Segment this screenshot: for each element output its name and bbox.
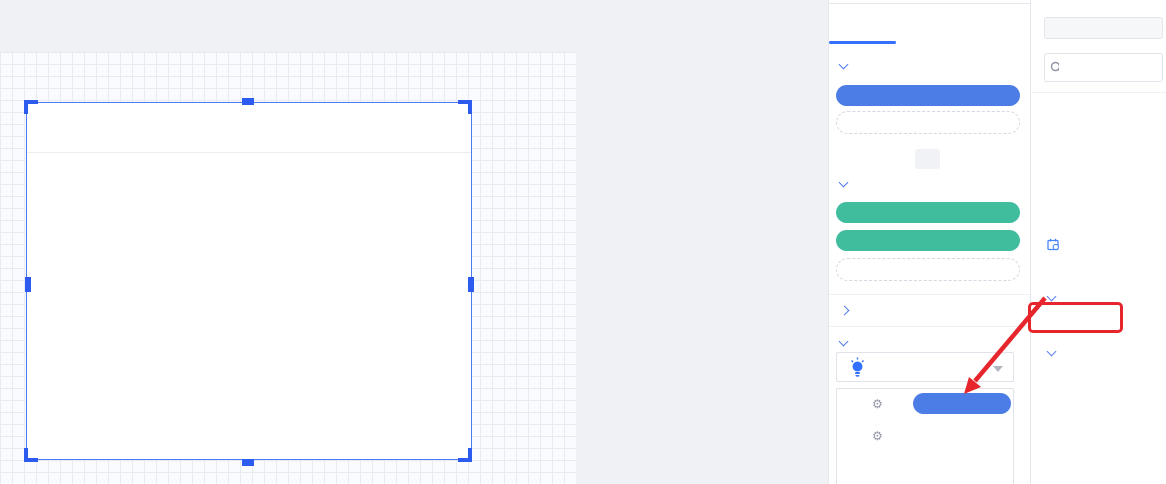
- selection-handle[interactable]: [24, 448, 28, 462]
- y-axis-drop-zone[interactable]: [836, 258, 1020, 281]
- swap-axes-button[interactable]: [915, 149, 940, 169]
- chart-type-dropdown[interactable]: [836, 352, 1014, 382]
- data-model-button[interactable]: [1044, 17, 1163, 39]
- field-item[interactable]: [1041, 425, 1058, 443]
- field-item[interactable]: [1047, 177, 1064, 195]
- field-item[interactable]: [1047, 207, 1064, 225]
- inspector-panel: ⚙ ⚙: [828, 0, 1030, 484]
- fields-panel: [1030, 0, 1166, 484]
- caret-down-icon: [993, 366, 1003, 372]
- selection-handle[interactable]: [468, 448, 472, 462]
- search-input[interactable]: [1063, 60, 1157, 76]
- section-divider: [829, 326, 1031, 327]
- selection-handle[interactable]: [25, 277, 31, 292]
- color-field-pill[interactable]: [913, 393, 1011, 414]
- field-search[interactable]: [1044, 53, 1163, 82]
- chevron-down-icon[interactable]: [839, 178, 849, 188]
- chevron-down-icon[interactable]: [839, 60, 849, 70]
- x-axis-field-pill[interactable]: [836, 85, 1020, 106]
- section-divider: [829, 294, 1031, 295]
- selection-handle[interactable]: [468, 277, 474, 292]
- chevron-down-icon: [1047, 291, 1057, 301]
- field-item[interactable]: [1047, 263, 1064, 281]
- field-item[interactable]: [1047, 147, 1064, 165]
- field-item[interactable]: [1047, 235, 1064, 253]
- lightbulb-icon: [850, 357, 865, 379]
- field-item[interactable]: [1053, 370, 1070, 388]
- section-divider: [1031, 92, 1166, 93]
- field-item[interactable]: [1041, 453, 1058, 471]
- field-item-clipped[interactable]: [1031, 124, 1166, 132]
- selection-handle[interactable]: [242, 459, 254, 466]
- title-divider: [27, 152, 471, 153]
- app-window: ⚙ ⚙: [0, 0, 1166, 484]
- chevron-down-icon: [1047, 346, 1057, 356]
- search-icon: [1050, 61, 1059, 74]
- chevron-right-icon[interactable]: [840, 306, 850, 316]
- selection-handle[interactable]: [24, 100, 28, 114]
- field-item[interactable]: [1053, 397, 1070, 415]
- selection-handle[interactable]: [242, 98, 254, 105]
- x-axis-drop-zone[interactable]: [836, 111, 1020, 134]
- chart-legend: [44, 163, 74, 179]
- active-tab-underline: [829, 41, 896, 44]
- annotation-highlight-box: [1028, 302, 1123, 333]
- y-axis-field-pill[interactable]: [836, 230, 1020, 251]
- date-icon: [1047, 238, 1060, 251]
- field-group-segment[interactable]: [1048, 342, 1063, 360]
- gear-icon[interactable]: ⚙: [872, 398, 883, 410]
- y-axis-field-pill[interactable]: [836, 202, 1020, 223]
- mark-properties-box: ⚙ ⚙: [836, 388, 1014, 484]
- panel-divider: [829, 3, 1031, 4]
- chart-widget[interactable]: [27, 103, 471, 459]
- selection-handle[interactable]: [468, 100, 472, 114]
- chevron-down-icon[interactable]: [839, 337, 849, 347]
- gear-icon[interactable]: ⚙: [872, 430, 883, 442]
